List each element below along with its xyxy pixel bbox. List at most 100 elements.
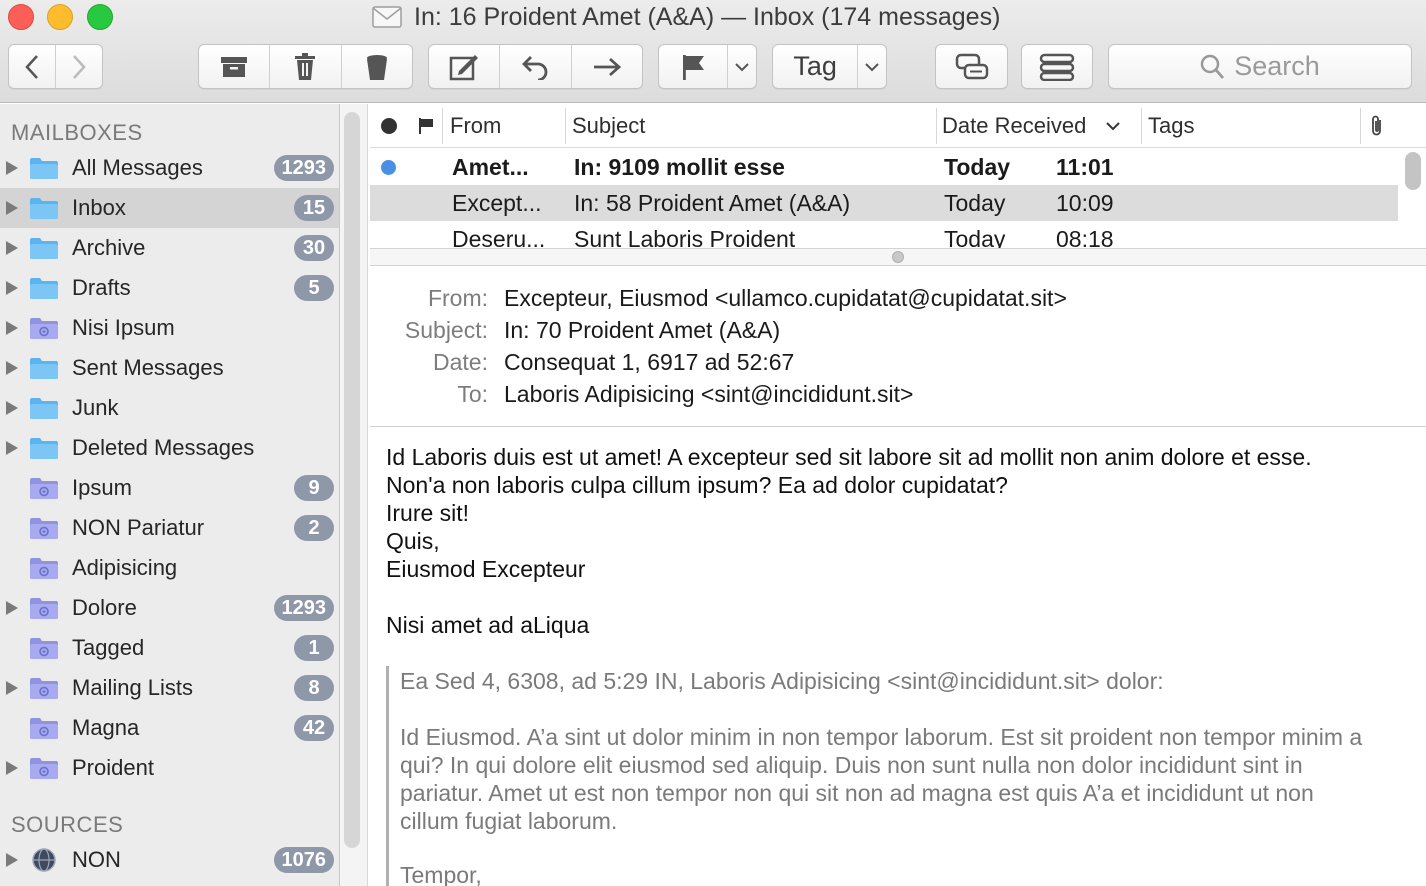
sidebar-item-label: Sent Messages: [72, 355, 224, 380]
forward-message-button[interactable]: [572, 45, 642, 88]
sidebar-item-proident[interactable]: Proident: [0, 748, 339, 788]
sidebar-item-adipisicing[interactable]: Adipisicing: [0, 548, 339, 588]
conversation-view-button[interactable]: [935, 44, 1008, 89]
unread-count-badge: 15: [294, 195, 334, 221]
header-to-value[interactable]: Laboris Adipisicing <sint@incididunt.sit…: [504, 381, 913, 408]
zoom-window-button[interactable]: [87, 4, 113, 30]
unread-count-badge: 30: [294, 235, 334, 261]
disclosure-triangle-icon[interactable]: [4, 852, 20, 868]
message-time: 08:18: [1056, 225, 1114, 249]
message-row[interactable]: Except... In: 58 Proident Amet (A&A) Today…: [370, 185, 1398, 221]
filter-button[interactable]: [1021, 44, 1093, 89]
disclosure-triangle-icon[interactable]: [4, 760, 20, 776]
disclosure-triangle-icon[interactable]: [4, 320, 20, 336]
sidebar-item-label: Deleted Messages: [72, 435, 255, 460]
quote-line: qui? In qui dolore elit eiusmod sed aliq…: [400, 752, 1303, 778]
delete-button[interactable]: [270, 45, 342, 88]
back-button[interactable]: [9, 45, 56, 88]
reply-button[interactable]: [500, 45, 572, 88]
flag-button[interactable]: [659, 45, 729, 88]
unread-dot-icon: [381, 160, 396, 175]
disclosure-triangle-icon[interactable]: [4, 680, 20, 696]
sidebar-item-sent-messages[interactable]: Sent Messages: [0, 348, 339, 388]
splitter-handle[interactable]: [892, 251, 904, 263]
sidebar-item-drafts[interactable]: Drafts 5: [0, 268, 339, 308]
chevron-left-icon: [25, 54, 38, 79]
minimize-window-button[interactable]: [47, 4, 73, 30]
smart-folder-icon: [30, 598, 58, 619]
sidebar-item-non-pariatur[interactable]: NON Pariatur 2: [0, 508, 339, 548]
sidebar-item-label: Dolore: [72, 595, 137, 620]
conversation-bubbles-icon: [955, 53, 988, 79]
sidebar-item-nisi-ipsum[interactable]: Nisi Ipsum: [0, 308, 339, 348]
reply-arrow-icon: [522, 55, 548, 80]
tag-group: Tag: [772, 44, 887, 89]
window-title: In: 16 Proident Amet (A&A) — Inbox (174 …: [414, 2, 1001, 31]
tag-button-label: Tag: [793, 51, 837, 81]
tags-column-header[interactable]: Tags: [1148, 104, 1194, 148]
sidebar-item-tagged[interactable]: Tagged 1: [0, 628, 339, 668]
sidebar-item-dolore[interactable]: Dolore 1293: [0, 588, 339, 628]
disclosure-triangle-icon[interactable]: [4, 160, 20, 176]
sidebar-item-label: Mailing Lists: [72, 675, 194, 700]
mailboxes-sidebar: MAILBOXES All Messages 1293 Inbox 15 Archive…: [0, 104, 340, 886]
disclosure-triangle-icon[interactable]: [4, 400, 20, 416]
junk-bin-icon: [366, 54, 387, 80]
quote-line: pariatur. Amet ut est non tempor non qui…: [400, 780, 1314, 806]
disclosure-triangle-icon[interactable]: [4, 200, 20, 216]
message-row[interactable]: Amet... In: 9109 mollit esse Today 11:01: [370, 149, 1398, 185]
folder-icon: [30, 238, 58, 259]
filter-segment[interactable]: [1022, 45, 1092, 88]
sidebar-item-all-messages[interactable]: All Messages 1293: [0, 148, 339, 188]
archive-button[interactable]: [199, 45, 271, 88]
folder-icon: [30, 358, 58, 379]
compose-button[interactable]: [429, 45, 501, 88]
forward-button[interactable]: [56, 45, 103, 88]
from-column-header[interactable]: From: [450, 104, 501, 148]
unread-count-badge: 5: [294, 275, 334, 301]
date-received-column-header[interactable]: Date Received: [942, 104, 1121, 148]
flag-column-header[interactable]: [418, 104, 434, 148]
unread-count-badge: 2: [294, 515, 334, 541]
message-row[interactable]: Deseru... Sunt Laboris Proident Today 08:18: [370, 221, 1398, 249]
chevron-down-icon: [865, 62, 879, 71]
subject-column-header[interactable]: Subject: [572, 104, 645, 148]
disclosure-triangle-icon[interactable]: [4, 440, 20, 456]
disclosure-triangle-icon[interactable]: [4, 360, 20, 376]
sidebar-item-mailing-lists[interactable]: Mailing Lists 8: [0, 668, 339, 708]
disclosure-triangle-icon[interactable]: [4, 600, 20, 616]
pane-splitter[interactable]: [370, 248, 1426, 266]
attachment-column-header[interactable]: [1369, 104, 1385, 148]
unread-count-badge: 1293: [273, 595, 334, 621]
disclosure-triangle-icon[interactable]: [4, 240, 20, 256]
conversation-view-segment[interactable]: [936, 45, 1007, 88]
tag-menu-button[interactable]: [858, 45, 886, 88]
sidebar-item-inbox[interactable]: Inbox 15: [0, 188, 339, 228]
header-divider: [370, 426, 1426, 427]
sidebar-item-label: Adipisicing: [72, 555, 178, 580]
flag-icon: [419, 118, 433, 134]
message-list-scrollbar-thumb[interactable]: [1405, 152, 1421, 190]
tag-button[interactable]: Tag: [773, 45, 859, 88]
close-window-button[interactable]: [8, 4, 34, 30]
header-from-value[interactable]: Excepteur, Eiusmod <ullamco.cupidatat@cu…: [504, 285, 1067, 312]
sidebar-item-deleted-messages[interactable]: Deleted Messages: [0, 428, 339, 468]
body-line: Non'a non laboris culpa cillum ipsum? Ea…: [386, 472, 1008, 498]
junk-button[interactable]: [342, 45, 412, 88]
sidebar-item-archive[interactable]: Archive 30: [0, 228, 339, 268]
folder-icon: [30, 198, 58, 219]
sidebar-item-label: Proident: [72, 755, 154, 780]
source-item-non[interactable]: NON 1076: [0, 840, 339, 880]
sidebar-item-magna[interactable]: Magna 42: [0, 708, 339, 748]
sidebar-scrollbar-thumb[interactable]: [344, 112, 360, 848]
body-line: Irure sit!: [386, 500, 470, 526]
message-list: From Subject Date Received Tags Amet... I…: [370, 104, 1426, 248]
trash-icon: [295, 52, 316, 80]
search-field[interactable]: Search: [1108, 44, 1412, 89]
sidebar-item-ipsum[interactable]: Ipsum 9: [0, 468, 339, 508]
unread-column-header[interactable]: [381, 104, 397, 148]
flag-menu-button[interactable]: [728, 45, 756, 88]
message-subject: Sunt Laboris Proident: [574, 225, 796, 249]
sidebar-item-junk[interactable]: Junk: [0, 388, 339, 428]
disclosure-triangle-icon[interactable]: [4, 280, 20, 296]
